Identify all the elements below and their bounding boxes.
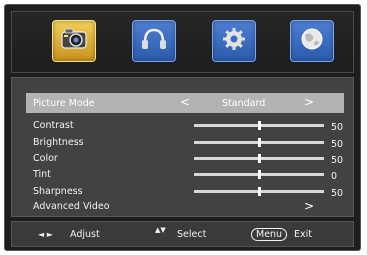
gear-icon: [219, 26, 249, 56]
slider-row-tint[interactable]: Tint 0: [26, 166, 344, 183]
tint-label: Tint: [33, 169, 51, 180]
slider-knob[interactable]: [258, 121, 261, 130]
contrast-label: Contrast: [33, 120, 74, 131]
picture-mode-value: Standard: [222, 98, 266, 109]
slider-knob[interactable]: [258, 138, 261, 147]
key-hint-bar: ◄ ► Adjust ▲▼ Select Menu Exit: [11, 221, 354, 247]
brightness-label: Brightness: [33, 137, 84, 148]
slider-row-contrast[interactable]: Contrast 50: [26, 117, 344, 134]
tab-setup[interactable]: [212, 20, 256, 62]
sharpness-label: Sharpness: [33, 186, 83, 197]
picture-mode-left-arrow[interactable]: <: [180, 95, 190, 109]
brightness-slider[interactable]: [194, 138, 324, 147]
category-tab-bar: [11, 11, 354, 73]
camera-icon: [59, 26, 89, 56]
picture-settings-panel: Picture Mode < Standard > Contrast 50 Br…: [11, 77, 354, 217]
adjust-hint-label: Adjust: [70, 229, 100, 240]
color-value: 50: [331, 155, 344, 166]
slider-knob[interactable]: [258, 170, 261, 179]
left-right-arrows-icon: ◄ ►: [38, 230, 53, 239]
up-down-arrows-icon: ▲▼: [155, 226, 166, 234]
color-slider[interactable]: [194, 154, 324, 163]
picture-mode-right-arrow[interactable]: >: [304, 95, 314, 109]
picture-mode-label: Picture Mode: [33, 98, 95, 109]
tab-picture[interactable]: [52, 20, 96, 62]
select-hint-label: Select: [177, 229, 207, 240]
menu-key-label: Menu: [251, 228, 288, 241]
color-label: Color: [33, 153, 58, 164]
advanced-video-row[interactable]: Advanced Video >: [26, 198, 344, 215]
advanced-video-arrow[interactable]: >: [304, 199, 314, 213]
exit-hint-label: Exit: [294, 229, 312, 240]
picture-mode-row[interactable]: Picture Mode < Standard >: [26, 93, 344, 113]
slider-knob[interactable]: [258, 187, 261, 196]
tab-sound[interactable]: [132, 20, 176, 62]
contrast-value: 50: [331, 122, 344, 133]
tv-osd-menu: Picture Mode < Standard > Contrast 50 Br…: [4, 4, 361, 251]
slider-row-brightness[interactable]: Brightness 50: [26, 134, 344, 151]
brightness-value: 50: [331, 139, 344, 150]
tint-slider[interactable]: [194, 170, 324, 179]
tab-channel[interactable]: [290, 20, 334, 62]
advanced-video-label: Advanced Video: [33, 201, 110, 212]
tint-value: 0: [331, 171, 338, 182]
slider-row-color[interactable]: Color 50: [26, 150, 344, 167]
menu-key-icon: Menu: [251, 228, 288, 241]
sharpness-slider[interactable]: [194, 187, 324, 196]
contrast-slider[interactable]: [194, 121, 324, 130]
globe-icon: [297, 26, 327, 56]
slider-knob[interactable]: [258, 154, 261, 163]
headphones-icon: [139, 26, 169, 56]
